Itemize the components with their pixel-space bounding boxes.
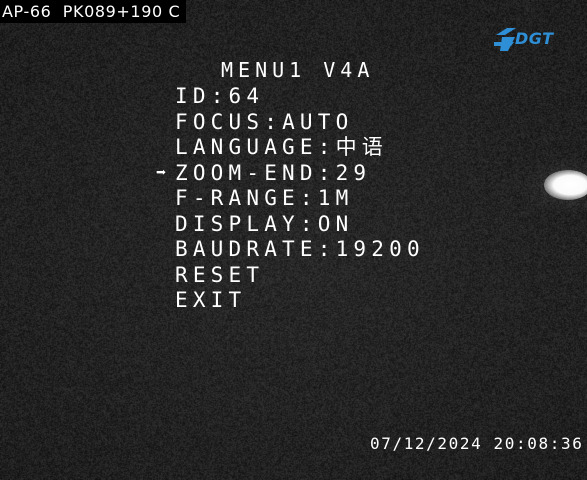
menu-item-label: ZOOM-END [175, 161, 318, 185]
menu-item-value: AUTO [282, 110, 353, 134]
menu-item-value: 29 [336, 161, 372, 185]
menu-item-baudrate[interactable]: BAUDRATE:19200 [175, 237, 425, 263]
menu-item-value: ON [318, 212, 354, 236]
menu-item-separator: : [300, 186, 318, 210]
menu-item-label: F-RANGE [175, 186, 300, 210]
osd-menu[interactable]: ID:64 FOCUS:AUTO LANGUAGE:中语 ➡ ZOOM-END:29 F-… [175, 84, 425, 314]
menu-item-value: 64 [229, 84, 265, 108]
headlight-glare [544, 170, 587, 200]
logo-text: DGT [515, 29, 554, 48]
menu-item-label: BAUDRATE [175, 237, 318, 261]
menu-item-separator: : [264, 110, 282, 134]
menu-item-label: DISPLAY [175, 212, 300, 236]
cursor-arrow-icon: ➡ [156, 161, 166, 187]
menu-item-label: EXIT [175, 288, 246, 312]
menu-item-id[interactable]: ID:64 [175, 84, 425, 110]
menu-item-f-range[interactable]: F-RANGE:1M [175, 186, 425, 212]
menu-item-value: 中语 [336, 135, 388, 159]
menu-item-focus[interactable]: FOCUS:AUTO [175, 110, 425, 136]
dgt-logo: DGT [493, 24, 565, 54]
camera-label: AP-66 PK089+190 C [0, 0, 186, 23]
menu-item-label: RESET [175, 263, 264, 287]
menu-item-label: FOCUS [175, 110, 264, 134]
timestamp: 07/12/2024 20:08:36 [370, 434, 583, 453]
menu-item-separator: : [318, 161, 336, 185]
menu-item-value: 19200 [336, 237, 425, 261]
menu-item-display[interactable]: DISPLAY:ON [175, 212, 425, 238]
menu-item-label: ID [175, 84, 211, 108]
camera-feed: AP-66 PK089+190 C DGT MENU1 V4A ID:64 FOC… [0, 0, 587, 480]
menu-item-zoom-end[interactable]: ➡ ZOOM-END:29 [175, 161, 425, 187]
menu-item-language[interactable]: LANGUAGE:中语 [175, 135, 425, 161]
menu-title: MENU1 V4A [221, 58, 374, 82]
menu-item-reset[interactable]: RESET [175, 263, 425, 289]
menu-item-label: LANGUAGE [175, 135, 318, 159]
menu-item-separator: : [300, 212, 318, 236]
menu-item-exit[interactable]: EXIT [175, 288, 425, 314]
menu-item-separator: : [318, 237, 336, 261]
menu-item-separator: : [318, 135, 336, 159]
menu-item-separator: : [211, 84, 229, 108]
menu-item-value: 1M [318, 186, 354, 210]
